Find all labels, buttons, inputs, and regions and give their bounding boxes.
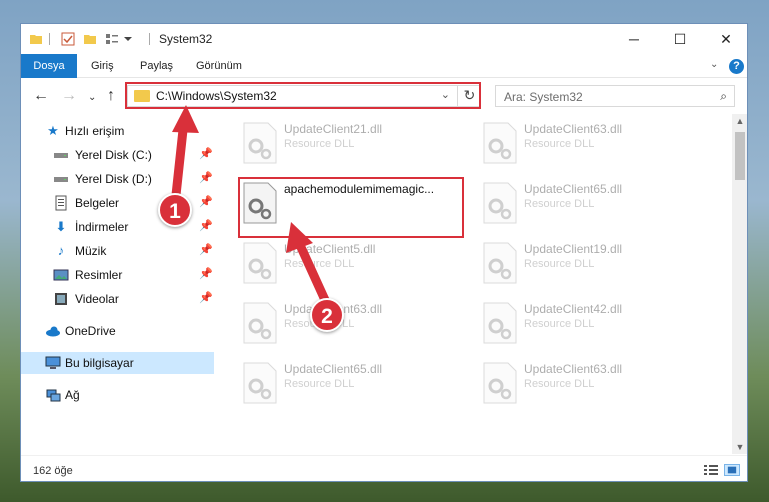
arrow-1-shaft <box>171 125 188 200</box>
callout-1: 1 <box>158 193 192 227</box>
arrow-2-shaft <box>295 240 330 305</box>
arrow-1-head <box>172 105 199 133</box>
callout-2: 2 <box>310 298 344 332</box>
callout-arrows <box>171 105 330 305</box>
